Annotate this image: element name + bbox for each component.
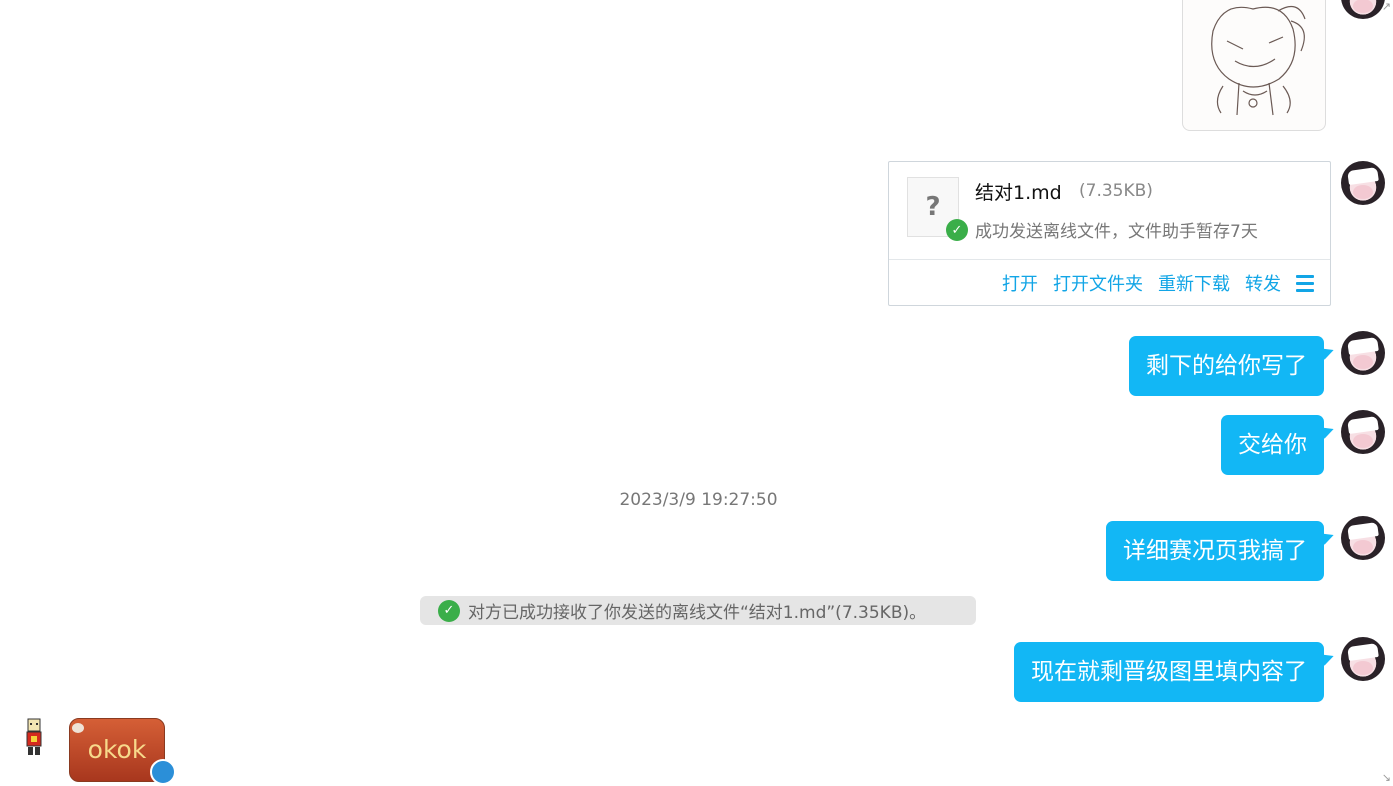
avatar-self[interactable] — [1341, 0, 1385, 19]
check-circle-icon: ✓ — [946, 219, 968, 241]
line-art-sticker-illustration — [1211, 5, 1306, 116]
open-file-link[interactable]: 打开 — [1002, 270, 1038, 296]
redownload-link[interactable]: 重新下载 — [1158, 270, 1230, 296]
file-size: (7.35KB) — [1079, 181, 1153, 201]
avatar-self[interactable] — [1341, 637, 1385, 681]
avatar-self[interactable] — [1341, 331, 1385, 375]
avatar-self[interactable] — [1341, 161, 1385, 205]
system-notice-text: 对方已成功接收了你发送的离线文件“结对1.md”(7.35KB)。 — [468, 603, 927, 623]
check-circle-icon: ✓ — [438, 599, 460, 622]
sticker-image[interactable] — [1182, 0, 1326, 131]
file-status-text: 成功发送离线文件，文件助手暂存7天 — [975, 222, 1258, 242]
file-transfer-card[interactable]: ? ✓ 结对1.md (7.35KB) 成功发送离线文件，文件助手暂存7天 打开… — [888, 161, 1331, 306]
avatar-self[interactable] — [1341, 516, 1385, 560]
divider — [889, 259, 1330, 260]
message-bubble-sent[interactable]: 现在就剩晋级图里填内容了 — [1014, 642, 1324, 702]
avatar-contact[interactable] — [20, 717, 48, 757]
forward-link[interactable]: 转发 — [1245, 270, 1281, 296]
resize-handle-icon[interactable]: ↘ — [1382, 771, 1391, 784]
file-actions: 打开 打开文件夹 重新下载 转发 — [1002, 270, 1314, 296]
message-bubble-sent[interactable]: 剩下的给你写了 — [1129, 336, 1324, 396]
message-timestamp: 2023/3/9 19:27:50 — [619, 490, 778, 510]
open-folder-link[interactable]: 打开文件夹 — [1053, 270, 1143, 296]
pixel-character-icon — [26, 718, 42, 755]
doraemon-icon — [150, 759, 176, 785]
message-bubble-sent[interactable]: 详细赛况页我搞了 — [1106, 521, 1324, 581]
menu-icon[interactable] — [1296, 274, 1314, 292]
system-notice: ✓ 对方已成功接收了你发送的离线文件“结对1.md”(7.35KB)。 — [420, 596, 976, 625]
resize-handle-icon[interactable]: ↗ — [1382, 0, 1391, 13]
avatar-self[interactable] — [1341, 410, 1385, 454]
file-name[interactable]: 结对1.md — [975, 178, 1062, 205]
message-bubble-sent[interactable]: 交给你 — [1221, 415, 1324, 475]
